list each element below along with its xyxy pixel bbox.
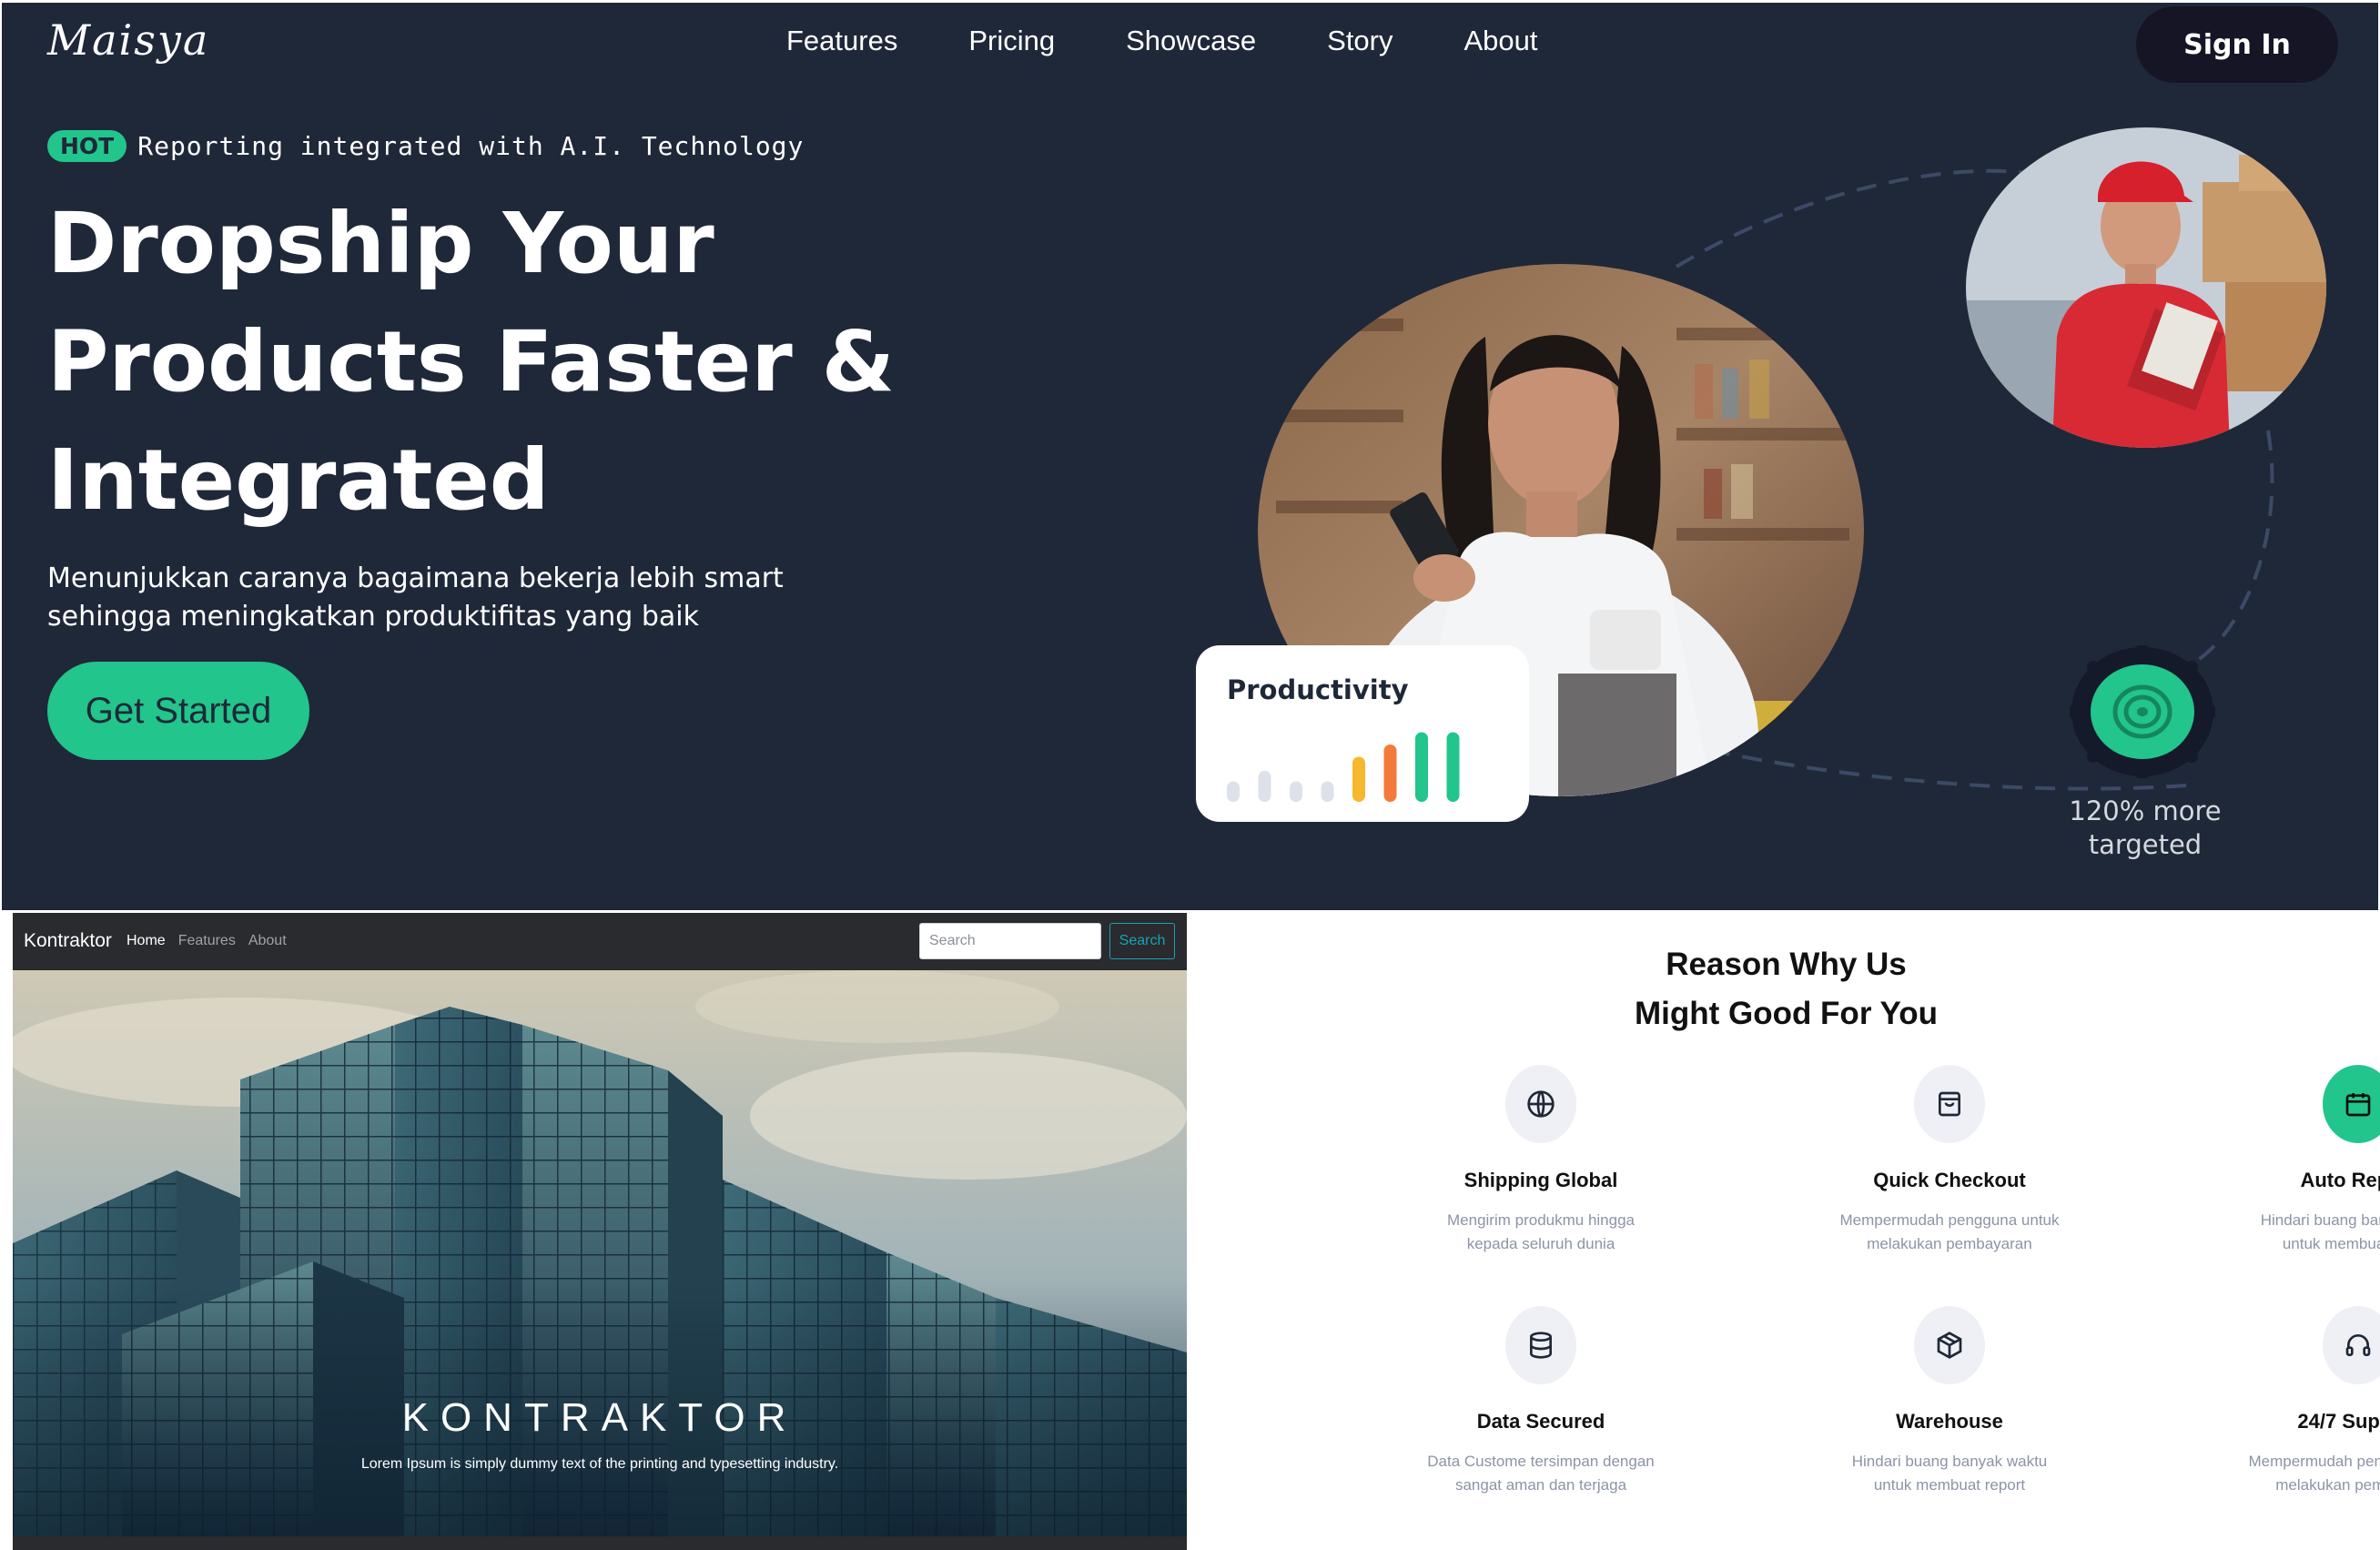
announcement: HOT Reporting integrated with A.I. Techn… [47, 130, 804, 162]
productivity-bar [1321, 781, 1334, 802]
feature-name: 24/7 Support [2297, 1410, 2380, 1433]
shopping-bag-icon [1914, 1065, 1985, 1143]
feature-name: Shipping Global [1463, 1169, 1618, 1191]
reasons-title-line: Might Good For You [1634, 996, 1939, 1031]
reasons-section: Reason Why Us Might Good For You Shippin… [1192, 913, 2380, 1550]
feature-support: 24/7 Support Mempermudah pengguna untuk … [2194, 1306, 2380, 1497]
skyscraper-illustration [13, 970, 1187, 1536]
database-icon [1505, 1306, 1576, 1384]
hero-subtitle: Menunjukkan caranya bagaimana bekerja le… [47, 560, 866, 636]
delivery-man-photo [1966, 127, 2326, 448]
box-icon [1914, 1306, 1985, 1384]
headline-line: Dropship Your [47, 195, 714, 292]
search-button[interactable]: Search [1109, 923, 1175, 959]
stat-line: 120% more [2069, 795, 2222, 826]
feature-name: Warehouse [1896, 1410, 2003, 1433]
nav-link-features[interactable]: Features [178, 933, 236, 949]
feature-description-line: melakukan pembayaran [2275, 1476, 2380, 1494]
kontraktor-bottom-bar [13, 1536, 1187, 1550]
hot-badge: HOT [47, 130, 127, 162]
productivity-title: Productivity [1227, 674, 1409, 705]
productivity-bar [1383, 745, 1397, 802]
productivity-bar [1258, 770, 1271, 802]
nav-link-story[interactable]: Story [1327, 25, 1393, 57]
feature-description-line: Mengirim produkmu hingga [1447, 1211, 1635, 1229]
feature-name: Data Secured [1476, 1410, 1605, 1433]
productivity-card: Productivity [1196, 645, 1529, 822]
feature-description-line: Data Custome tersimpan dengan [1427, 1453, 1655, 1470]
productivity-bar-chart [1227, 732, 1460, 802]
maisya-logo[interactable]: Maisya [47, 15, 209, 65]
headphones-icon [2323, 1306, 2380, 1384]
feature-description-line: kepada seluruh dunia [1466, 1235, 1615, 1252]
nav-link-pricing[interactable]: Pricing [968, 25, 1055, 57]
feature-description: Hindari buang banyak waktu untuk membuat… [2194, 1209, 2380, 1256]
hero-headline: Dropship Your Products Faster & Integrat… [47, 185, 1048, 540]
nav-link-about[interactable]: About [248, 933, 287, 949]
feature-shipping-global: Shipping Global Mengirim produkmu hingga… [1377, 1065, 1705, 1256]
calendar-icon [2323, 1065, 2380, 1143]
feature-description-line: untuk membuat report [2282, 1235, 2380, 1252]
nav-link-home[interactable]: Home [127, 933, 166, 949]
feature-description-line: untuk membuat report [1873, 1476, 2026, 1494]
kontraktor-hero-title: KONTRAKTOR [401, 1395, 798, 1440]
reasons-title: Reason Why Us Might Good For You [1192, 940, 2380, 1038]
productivity-bar [1415, 732, 1428, 802]
nav-link-showcase[interactable]: Showcase [1126, 25, 1256, 57]
sign-in-button[interactable]: Sign In [2136, 6, 2338, 83]
nav-link-about[interactable]: About [1464, 25, 1538, 57]
nav-link-features[interactable]: Features [786, 25, 897, 57]
feature-description-line: Mempermudah pengguna untuk [1839, 1211, 2060, 1229]
kontraktor-hero-image [13, 970, 1187, 1536]
get-started-button[interactable]: Get Started [47, 662, 309, 760]
kontraktor-nav: Home Features About [127, 933, 287, 949]
stat-text: 120% more targeted [2031, 795, 2259, 862]
maisya-nav: Features Pricing Showcase Story About [786, 25, 1538, 57]
globe-icon [1505, 1065, 1576, 1143]
search-input[interactable] [919, 923, 1101, 959]
productivity-bar [1446, 732, 1460, 802]
announcement-text: Reporting integrated with A.I. Technolog… [137, 131, 805, 161]
feature-description-line: Hindari buang banyak waktu [1851, 1453, 2048, 1470]
feature-description: Hindari buang banyak waktu untuk membuat… [1786, 1450, 2113, 1497]
subtitle-line: sehingga meningkatkan produktifitas yang… [47, 601, 699, 633]
feature-data-secured: Data Secured Data Custome tersimpan deng… [1377, 1306, 1705, 1497]
feature-name: Quick Checkout [1873, 1169, 2026, 1191]
target-icon [2070, 645, 2215, 778]
feature-description-line: melakukan pembayaran [1867, 1235, 2032, 1252]
maisya-hero-section: Maisya Features Pricing Showcase Story A… [2, 3, 2378, 910]
feature-warehouse: Warehouse Hindari buang banyak waktu unt… [1786, 1306, 2113, 1497]
productivity-bar [1227, 781, 1240, 802]
feature-description: Mengirim produkmu hingga kepada seluruh … [1377, 1209, 1705, 1256]
reasons-title-line: Reason Why Us [1666, 947, 1907, 982]
productivity-bar [1290, 781, 1302, 802]
kontraktor-brand[interactable]: Kontraktor [24, 930, 112, 952]
kontraktor-hero-caption: Lorem Ipsum is simply dummy text of the … [360, 1456, 839, 1472]
feature-name: Auto Report [2300, 1169, 2380, 1191]
feature-description-line: sangat aman dan terjaga [1454, 1476, 1627, 1494]
productivity-bar [1352, 756, 1365, 802]
headline-line: Products Faster & [47, 313, 895, 410]
feature-quick-checkout: Quick Checkout Mempermudah pengguna untu… [1786, 1065, 2113, 1256]
feature-description-line: Mempermudah pengguna untuk [2248, 1453, 2380, 1470]
feature-description: Data Custome tersimpan dengan sangat ama… [1377, 1450, 1705, 1497]
feature-description: Mempermudah pengguna untuk melakukan pem… [1786, 1209, 2113, 1256]
delivery-photo-illustration [1966, 127, 2326, 448]
stat-line: targeted [2088, 829, 2203, 860]
feature-description-line: Hindari buang banyak waktu [2260, 1211, 2380, 1229]
headline-line: Integrated [47, 431, 550, 529]
kontraktor-section: Kontraktor Home Features About Search Se… [13, 913, 1187, 1550]
feature-auto-report: Auto Report Hindari buang banyak waktu u… [2194, 1065, 2380, 1256]
feature-description: Mempermudah pengguna untuk melakukan pem… [2194, 1450, 2380, 1497]
subtitle-line: Menunjukkan caranya bagaimana bekerja le… [47, 562, 784, 594]
